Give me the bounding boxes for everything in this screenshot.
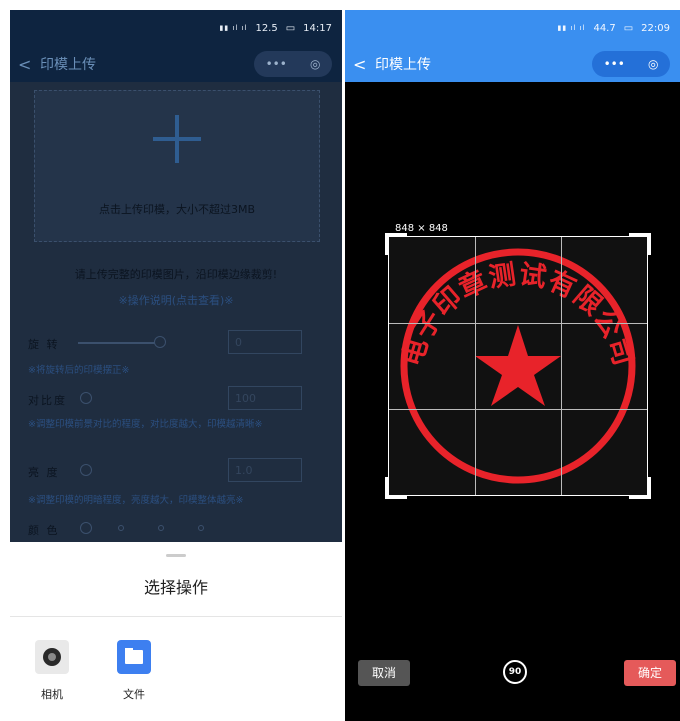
network-speed: 12.5 [255, 22, 278, 34]
contrast-value[interactable]: 100 [228, 386, 302, 410]
sheet-title: 选择操作 [143, 578, 208, 597]
more-icon[interactable]: ••• [266, 57, 287, 71]
crop-handle-top-left[interactable] [385, 233, 407, 255]
folder-icon [117, 640, 151, 674]
rotate-90-button[interactable]: 90 [503, 660, 527, 684]
divider [10, 616, 342, 617]
status-bar: ▮▮ ıl ıl 12.5 ▭ 14:17 [10, 10, 342, 46]
crop-handle-bottom-right[interactable] [629, 477, 651, 499]
brightness-value[interactable]: 1.0 [228, 458, 302, 482]
left-phone-screen: ▮▮ ıl ıl 12.5 ▭ 14:17 < 印模上传 ••• ◎ 点击上传印… [10, 10, 342, 721]
nav-bar: < 印模上传 ••• ◎ [10, 46, 342, 82]
camera-option[interactable]: 相机 [27, 640, 77, 702]
battery-icon: ▭ [285, 22, 296, 34]
color-option[interactable] [80, 522, 92, 534]
brightness-slider-knob[interactable] [80, 464, 92, 476]
plus-icon [153, 115, 201, 163]
contrast-slider-knob[interactable] [80, 392, 92, 404]
dimmed-form: 点击上传印模，大小不超过3MB 请上传完整的印模图片，沿印模边缘裁剪! ※操作说… [10, 82, 342, 542]
rotate-value[interactable]: 0 [228, 330, 302, 354]
upload-hint: 点击上传印模，大小不超过3MB [98, 203, 256, 216]
stamp-image: 电子印章测试有限公司 [389, 237, 647, 495]
color-option[interactable] [118, 525, 124, 531]
battery-icon: ▭ [623, 22, 634, 34]
rotate-label: 旋 转 [28, 338, 60, 351]
signal-icon: ▮▮ ıl ıl [557, 24, 586, 32]
page-title: 印模上传 [375, 57, 431, 73]
upload-area[interactable]: 点击上传印模，大小不超过3MB [34, 90, 320, 242]
contrast-row: 对比度 100 [28, 386, 328, 412]
guide-link[interactable]: ※操作说明(点击查看)※ [10, 292, 342, 308]
sheet-handle[interactable] [166, 554, 186, 557]
nav-bar: < 印模上传 ••• ◎ [345, 46, 680, 82]
brightness-hint: ※调整印模的明暗程度，亮度越大，印模整体越亮※ [28, 495, 244, 506]
page-title: 印模上传 [40, 57, 96, 73]
color-option[interactable] [158, 525, 164, 531]
file-option[interactable]: 文件 [109, 640, 159, 702]
color-option[interactable] [198, 525, 204, 531]
crop-handle-bottom-left[interactable] [385, 477, 407, 499]
crop-frame[interactable]: 电子印章测试有限公司 [385, 233, 651, 499]
signal-icon: ▮▮ ıl ıl [219, 24, 248, 32]
rotate-slider-knob[interactable] [154, 336, 166, 348]
back-button[interactable]: < [18, 55, 40, 74]
status-bar: ▮▮ ıl ıl 44.7 ▭ 22:09 [345, 10, 680, 46]
right-phone-screen: ▮▮ ıl ıl 44.7 ▭ 22:09 < 印模上传 ••• ◎ 848 ×… [345, 10, 680, 721]
grid-line [389, 323, 647, 324]
color-label: 颜 色 [28, 524, 60, 537]
close-icon[interactable]: ◎ [310, 57, 320, 71]
action-sheet: 选择操作 相机 文件 [10, 542, 342, 721]
brightness-row: 亮 度 1.0 [28, 458, 328, 484]
more-icon[interactable]: ••• [604, 57, 625, 71]
file-label: 文件 [123, 688, 145, 701]
camera-icon [35, 640, 69, 674]
brightness-label: 亮 度 [28, 466, 60, 479]
clock: 14:17 [303, 22, 332, 34]
upload-notice: 请上传完整的印模图片，沿印模边缘裁剪! [74, 268, 278, 281]
cancel-button[interactable]: 取消 [358, 660, 410, 686]
grid-line [475, 237, 476, 495]
close-icon[interactable]: ◎ [648, 57, 658, 71]
network-speed: 44.7 [593, 22, 616, 34]
crop-handle-top-right[interactable] [629, 233, 651, 255]
miniprogram-capsule: ••• ◎ [592, 51, 670, 77]
back-button[interactable]: < [353, 55, 375, 74]
color-row: 颜 色 [28, 516, 328, 542]
rotate-row: 旋 转 0 [28, 330, 328, 356]
grid-line [389, 409, 647, 410]
miniprogram-capsule: ••• ◎ [254, 51, 332, 77]
camera-label: 相机 [41, 688, 63, 701]
rotate-slider[interactable] [78, 342, 158, 344]
rotate-hint: ※将旋转后的印模摆正※ [28, 365, 130, 376]
grid-line [561, 237, 562, 495]
contrast-label: 对比度 [28, 394, 67, 407]
confirm-button[interactable]: 确定 [624, 660, 676, 686]
contrast-hint: ※调整印模前景对比的程度，对比度越大，印模越清晰※ [28, 419, 263, 430]
clock: 22:09 [641, 22, 670, 34]
